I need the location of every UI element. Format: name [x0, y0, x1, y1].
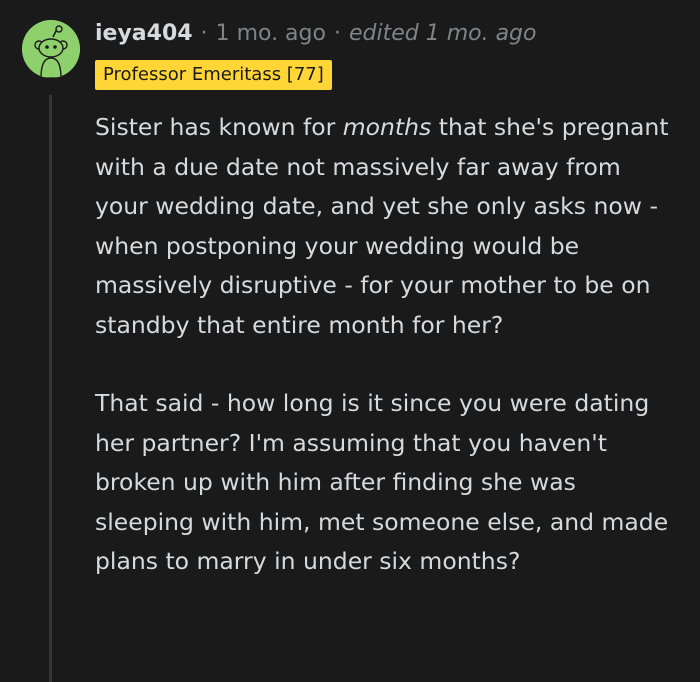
comment-body: Sister has known for months that she's p… [95, 108, 680, 621]
snoo-avatar-icon [22, 20, 80, 78]
thread-collapse-line[interactable] [49, 95, 52, 682]
username-link[interactable]: ieya404 [95, 21, 193, 46]
comment-meta: ieya404 · 1 mo. ago · edited 1 mo. ago [95, 16, 536, 50]
meta-separator: · [200, 20, 208, 46]
user-avatar-icon[interactable] [22, 20, 80, 78]
comment-paragraph: That said - how long is it since you wer… [95, 389, 669, 575]
comment: ieya404 · 1 mo. ago · edited 1 mo. ago P… [0, 0, 700, 682]
edited-timestamp: edited 1 mo. ago [348, 20, 537, 46]
paragraph-text: Sister has known for [95, 113, 343, 141]
meta-separator: · [333, 20, 341, 46]
comment-paragraph: Sister has known for months that she's p… [95, 108, 680, 345]
comment-timestamp[interactable]: 1 mo. ago [216, 21, 326, 46]
paragraph-text: that she's pregnant with a due date not … [95, 113, 669, 339]
emphasized-text: months [342, 113, 432, 141]
user-flair: Professor Emeritass [77] [95, 60, 332, 90]
